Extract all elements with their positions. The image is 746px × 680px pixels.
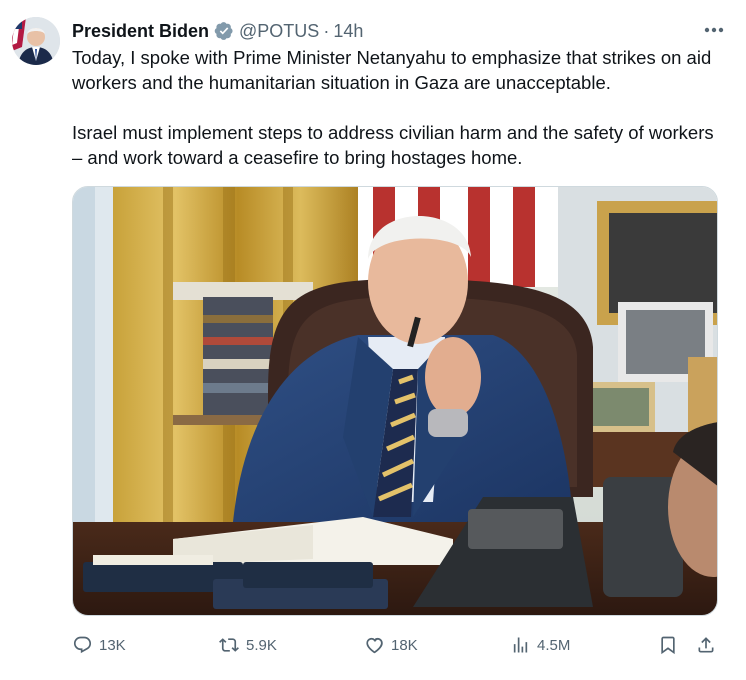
reply-icon: [73, 636, 92, 654]
tweet-photo[interactable]: [72, 186, 718, 616]
verified-badge-icon[interactable]: [214, 21, 234, 41]
tweet-header: President Biden @POTUS · 14h: [72, 19, 734, 43]
author-handle[interactable]: @POTUS: [239, 21, 319, 42]
tweet-paragraph: Israel must implement steps to address c…: [72, 122, 714, 168]
bookmark-button[interactable]: [658, 632, 678, 658]
repost-icon: [219, 638, 239, 652]
more-icon[interactable]: [702, 20, 726, 40]
tweet-paragraph: Today, I spoke with Prime Minister Netan…: [72, 47, 712, 93]
reply-count: 13K: [99, 636, 126, 654]
separator-dot: ·: [323, 20, 330, 41]
reply-button[interactable]: 13K: [72, 632, 126, 658]
bookmark-icon: [661, 636, 675, 655]
share-button[interactable]: [696, 632, 716, 658]
tweet-actions: 13K 5.9K 18K 4.5M: [72, 632, 722, 658]
repost-button[interactable]: 5.9K: [218, 632, 277, 658]
views-button[interactable]: 4.5M: [510, 632, 570, 658]
like-count: 18K: [391, 636, 418, 654]
like-icon: [366, 637, 383, 654]
avatar[interactable]: [12, 17, 60, 65]
view-count: 4.5M: [537, 636, 571, 654]
like-button[interactable]: 18K: [364, 632, 418, 658]
tweet-timestamp[interactable]: 14h: [333, 21, 363, 42]
repost-count: 5.9K: [246, 636, 277, 654]
tweet-text: Today, I spoke with Prime Minister Netan…: [72, 45, 722, 170]
views-icon: [513, 637, 528, 653]
tweet[interactable]: President Biden @POTUS · 14h Today, I sp…: [0, 0, 746, 680]
author-name[interactable]: President Biden: [72, 21, 209, 42]
share-icon: [698, 637, 714, 653]
